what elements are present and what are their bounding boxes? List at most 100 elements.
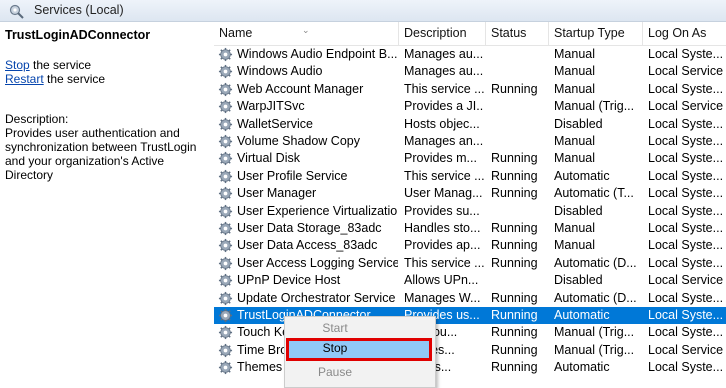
service-description-cell: Manages W... bbox=[404, 290, 481, 305]
gear-icon bbox=[218, 64, 233, 79]
gear-icon bbox=[218, 151, 233, 166]
service-name-cell: Windows Audio Endpoint B... bbox=[218, 46, 398, 63]
service-status-cell bbox=[491, 63, 551, 80]
gear-icon bbox=[218, 325, 233, 340]
gear-icon bbox=[218, 221, 233, 236]
service-startup-type-cell: Manual bbox=[554, 47, 595, 61]
service-name-label: Themes bbox=[237, 360, 283, 375]
service-description-cell: Provides a JI... bbox=[404, 99, 484, 114]
service-status-cell: Running bbox=[491, 81, 538, 96]
gear-icon bbox=[218, 47, 233, 62]
service-startup-type-cell: Manual bbox=[554, 238, 595, 253]
service-startup-type-cell: Manual bbox=[554, 64, 595, 79]
service-startup-type-cell: Disabled bbox=[554, 203, 603, 218]
gear-icon bbox=[218, 238, 233, 253]
service-name-label: Virtual Disk bbox=[237, 151, 300, 166]
column-header-description[interactable]: Description bbox=[399, 22, 486, 45]
context-menu-stop[interactable]: Stop bbox=[286, 338, 432, 361]
selected-service-name: TrustLoginADConnector bbox=[5, 28, 151, 42]
service-name-cell: Web Account Manager bbox=[218, 81, 398, 98]
service-description-cell: This service ... bbox=[404, 81, 484, 96]
service-startup-type-cell: Disabled bbox=[554, 116, 603, 131]
column-header-log-on-as[interactable]: Log On As bbox=[643, 22, 726, 45]
service-status-cell: Running bbox=[491, 360, 538, 375]
extended-description-pane: TrustLoginADConnector Stop the service R… bbox=[0, 22, 210, 380]
restart-service-link[interactable]: Restart bbox=[5, 72, 44, 86]
service-name-label: User Manager bbox=[237, 186, 317, 201]
service-row[interactable]: User Data Storage_83adc Handles sto... Run… bbox=[214, 220, 726, 237]
service-name-label: UPnP Device Host bbox=[237, 273, 341, 288]
service-status-cell bbox=[491, 98, 551, 115]
service-name-cell: User Profile Service bbox=[218, 168, 398, 185]
service-name-label: User Data Storage_83adc bbox=[237, 221, 382, 235]
service-row[interactable]: WalletService Hosts objec... Disabled Local… bbox=[214, 116, 726, 133]
service-log-on-as-cell: Local Syste... bbox=[648, 255, 724, 270]
service-status-cell bbox=[491, 203, 551, 220]
service-description-cell: Manages au... bbox=[404, 47, 484, 61]
column-header-status[interactable]: Status bbox=[486, 22, 549, 45]
service-row[interactable]: User Data Access_83adc Provides ap... Runn… bbox=[214, 237, 726, 254]
service-name-label: Web Account Manager bbox=[237, 81, 364, 96]
service-description-cell: Provides su... bbox=[404, 203, 480, 218]
service-row[interactable]: Update Orchestrator Service Manages W... R… bbox=[214, 290, 726, 307]
service-name-cell: Volume Shadow Copy bbox=[218, 133, 398, 150]
service-startup-type-cell: Automatic (D... bbox=[554, 290, 637, 305]
service-log-on-as-cell: Local Syste... bbox=[648, 360, 724, 375]
stop-suffix: the service bbox=[29, 58, 92, 72]
service-row[interactable]: User Access Logging Service This service … bbox=[214, 255, 726, 272]
service-log-on-as-cell: Local Syste... bbox=[648, 325, 724, 340]
service-name-label: WalletService bbox=[237, 116, 313, 131]
service-status-cell: Running bbox=[491, 342, 538, 357]
service-status-cell: Running bbox=[491, 151, 538, 166]
service-log-on-as-cell: Local Syste... bbox=[648, 47, 724, 61]
stop-service-link[interactable]: Stop bbox=[5, 58, 30, 72]
service-row[interactable]: Virtual Disk Provides m... Running Manual Lo… bbox=[214, 150, 726, 167]
restart-action-line: Restart the service bbox=[5, 72, 105, 86]
description-label: Description: bbox=[5, 112, 69, 126]
window-title: Services (Local) bbox=[34, 3, 124, 17]
service-name-label: User Data Access_83adc bbox=[237, 238, 378, 253]
service-status-cell: Running bbox=[491, 168, 538, 183]
context-menu-start[interactable]: Start bbox=[285, 318, 433, 338]
service-row[interactable]: Windows Audio Endpoint B... Manages au...… bbox=[214, 46, 726, 63]
service-name-label: User Profile Service bbox=[237, 168, 348, 183]
service-name-cell: UPnP Device Host bbox=[218, 272, 398, 289]
service-row[interactable]: User Experience Virtualizatio... Provides… bbox=[214, 203, 726, 220]
service-log-on-as-cell: Local Syste... bbox=[648, 221, 724, 235]
service-startup-type-cell: Automatic bbox=[554, 360, 610, 375]
service-description-cell: This service ... bbox=[404, 168, 484, 183]
service-description-cell: Provides ap... bbox=[404, 238, 481, 253]
service-status-cell bbox=[491, 46, 551, 63]
context-menu-pause[interactable]: Pause bbox=[285, 362, 433, 382]
service-description-cell: Allows UPn... bbox=[404, 273, 479, 288]
service-status-cell bbox=[491, 272, 551, 289]
service-status-cell: Running bbox=[491, 325, 538, 340]
service-row[interactable]: Windows Audio Manages au... Manual Local Se… bbox=[214, 63, 726, 80]
column-header-name[interactable]: Name ⌄ bbox=[214, 22, 399, 45]
service-description-cell: This service ... bbox=[404, 255, 484, 270]
service-name-cell: User Data Access_83adc bbox=[218, 237, 398, 254]
service-status-cell: Running bbox=[491, 186, 538, 201]
service-row[interactable]: Web Account Manager This service ... Runni… bbox=[214, 81, 726, 98]
service-startup-type-cell: Manual bbox=[554, 151, 595, 166]
service-name-cell: WalletService bbox=[218, 116, 398, 133]
service-name-label: Volume Shadow Copy bbox=[237, 134, 360, 148]
service-row[interactable]: UPnP Device Host Allows UPn... Disabled Loc… bbox=[214, 272, 726, 289]
service-row[interactable]: Volume Shadow Copy Manages an... Manual Loc… bbox=[214, 133, 726, 150]
service-status-cell: Running bbox=[491, 290, 538, 305]
gear-icon bbox=[218, 99, 233, 114]
gear-icon bbox=[218, 256, 233, 271]
column-header-startup-type[interactable]: Startup Type bbox=[549, 22, 643, 45]
service-log-on-as-cell: Local Syste... bbox=[648, 168, 724, 183]
gear-icon bbox=[218, 291, 233, 306]
service-name-label: Touch Ke bbox=[237, 325, 290, 340]
gear-icon bbox=[218, 273, 233, 288]
service-row[interactable]: User Manager User Manag... Running Automati… bbox=[214, 185, 726, 202]
service-status-cell: Running bbox=[491, 308, 538, 322]
service-row[interactable]: WarpJITSvc Provides a JI... Manual (Trig..… bbox=[214, 98, 726, 115]
service-log-on-as-cell: Local Syste... bbox=[648, 81, 724, 96]
service-name-cell: User Access Logging Service bbox=[218, 255, 398, 272]
service-row[interactable]: User Profile Service This service ... Runn… bbox=[214, 168, 726, 185]
service-name-cell: User Manager bbox=[218, 185, 398, 202]
service-description-cell: Handles sto... bbox=[404, 221, 481, 235]
